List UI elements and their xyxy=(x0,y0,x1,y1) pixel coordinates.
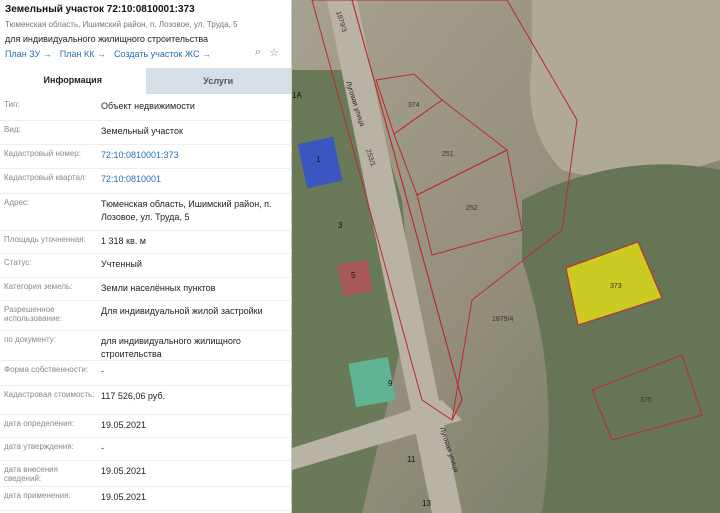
property-row: Вид: Земельный участок xyxy=(0,121,291,145)
property-label: Кадастровый номер: xyxy=(4,149,81,158)
panel-title: Земельный участок 72:10:0810001:373 xyxy=(5,4,195,15)
property-row: Категория земель: Земли населённых пункто… xyxy=(0,278,291,301)
property-value: - xyxy=(101,366,104,376)
property-label: Разрешенное использование: xyxy=(4,305,63,323)
property-row: Кадастровый номер: 72:10:0810001:373 xyxy=(0,145,291,169)
property-label: Кадастровый квартал: xyxy=(4,173,87,182)
field-green xyxy=(522,164,720,513)
property-table: Тип: Объект недвижимости Вид: Земельный уча… xyxy=(0,94,291,511)
property-value: 19.05.2021 xyxy=(101,492,147,502)
house-number-1a: 1A xyxy=(292,91,302,100)
parcel-label-374: 374 xyxy=(408,102,420,109)
property-value: 1 318 кв. м xyxy=(101,236,146,246)
parcel-label-1879-4: 1879/4 xyxy=(492,316,514,323)
property-row: по документу: для индивидуального жилищно… xyxy=(0,331,291,361)
map-view[interactable]: 374 251 252 373 375 1879/4 1879/3 253/1 … xyxy=(292,0,720,513)
header-links: План ЗУ → План КК → Создать участок ЖС → xyxy=(5,49,286,59)
property-value: Земли населённых пунктов xyxy=(101,283,216,293)
property-value-link[interactable]: 72:10:0810001 xyxy=(97,169,291,193)
property-value: Объект недвижимости xyxy=(101,101,195,111)
tab-bar: Информация Услуги xyxy=(0,68,291,94)
property-label: Площадь уточненная: xyxy=(4,235,86,244)
property-row: Кадастровая стоимость: 117 526,06 руб. xyxy=(0,386,291,415)
property-value-link[interactable]: 72:10:0810001:373 xyxy=(97,145,291,168)
property-label: дата внесения сведений: xyxy=(4,465,58,483)
property-label: Кадастровая стоимость: xyxy=(4,390,95,399)
property-row: дата определения: 19.05.2021 xyxy=(0,415,291,438)
property-label: Форма собственности: xyxy=(4,365,89,374)
property-label: дата утверждения: xyxy=(4,442,74,451)
property-row: Разрешенное использование: Для индивидуал… xyxy=(0,301,291,331)
star-icon[interactable]: ☆ xyxy=(269,46,279,59)
property-value: Земельный участок xyxy=(101,126,183,136)
property-row: Тип: Объект недвижимости xyxy=(0,96,291,121)
header-icons: ⌕ ☆ xyxy=(255,46,279,59)
property-row: дата утверждения: - xyxy=(0,438,291,461)
panel-header: Земельный участок 72:10:0810001:373 Тюме… xyxy=(0,0,291,64)
property-value: 117 526,06 руб. xyxy=(101,391,166,401)
property-row: Статус: Учтенный xyxy=(0,254,291,278)
property-value: - xyxy=(101,443,104,453)
property-row: дата применения: 19.05.2021 xyxy=(0,487,291,511)
property-value: 19.05.2021 xyxy=(101,420,147,430)
property-label: дата определения: xyxy=(4,419,75,428)
parcel-label-251: 251 xyxy=(442,151,454,158)
property-label: Вид: xyxy=(4,125,21,134)
parcel-purpose: для индивидуального жилищного строительс… xyxy=(5,34,209,44)
plan-kk-link[interactable]: План КК → xyxy=(60,49,106,59)
info-panel: Земельный участок 72:10:0810001:373 Тюме… xyxy=(0,0,292,513)
house-number-3: 3 xyxy=(338,221,343,230)
parcel-label-252: 252 xyxy=(466,205,478,212)
house-number-13: 13 xyxy=(422,499,431,508)
property-row: Адрес: Тюменская область, Ишимский район,… xyxy=(0,194,291,231)
map-svg[interactable]: 374 251 252 373 375 1879/4 1879/3 253/1 … xyxy=(292,0,720,513)
plan-zu-link[interactable]: План ЗУ → xyxy=(5,49,52,59)
parcel-label-375: 375 xyxy=(640,397,652,404)
house-number-5: 5 xyxy=(351,271,356,280)
property-label: по документу: xyxy=(4,335,56,344)
property-value: для индивидуального жилищного строительс… xyxy=(101,336,241,359)
house-number-11: 11 xyxy=(407,455,416,464)
property-label: Адрес: xyxy=(4,198,30,207)
property-row: Площадь уточненная: 1 318 кв. м xyxy=(0,231,291,254)
create-parcel-link[interactable]: Создать участок ЖС → xyxy=(114,49,211,59)
property-value: Учтенный xyxy=(101,259,142,269)
property-label: Статус: xyxy=(4,258,32,267)
property-value: 19.05.2021 xyxy=(101,466,147,476)
tab-information[interactable]: Информация xyxy=(0,68,146,94)
house-number-9: 9 xyxy=(388,379,393,388)
property-row: дата внесения сведений: 19.05.2021 xyxy=(0,461,291,487)
tab-services[interactable]: Услуги xyxy=(145,68,291,94)
property-value: Для индивидуальной жилой застройки xyxy=(101,306,263,316)
property-row: Кадастровый квартал: 72:10:0810001 xyxy=(0,169,291,194)
search-doc-icon[interactable]: ⌕ xyxy=(255,46,261,59)
property-row: Форма собственности: - xyxy=(0,361,291,386)
property-value: Тюменская область, Ишимский район, п. Ло… xyxy=(101,199,272,222)
parcel-address: Тюменская область, Ишимский район, п. Ло… xyxy=(5,20,238,29)
house-number-1: 1 xyxy=(316,155,321,164)
property-label: дата применения: xyxy=(4,491,71,500)
parcel-label-373: 373 xyxy=(610,283,622,290)
property-label: Тип: xyxy=(4,100,20,109)
property-label: Категория земель: xyxy=(4,282,73,291)
